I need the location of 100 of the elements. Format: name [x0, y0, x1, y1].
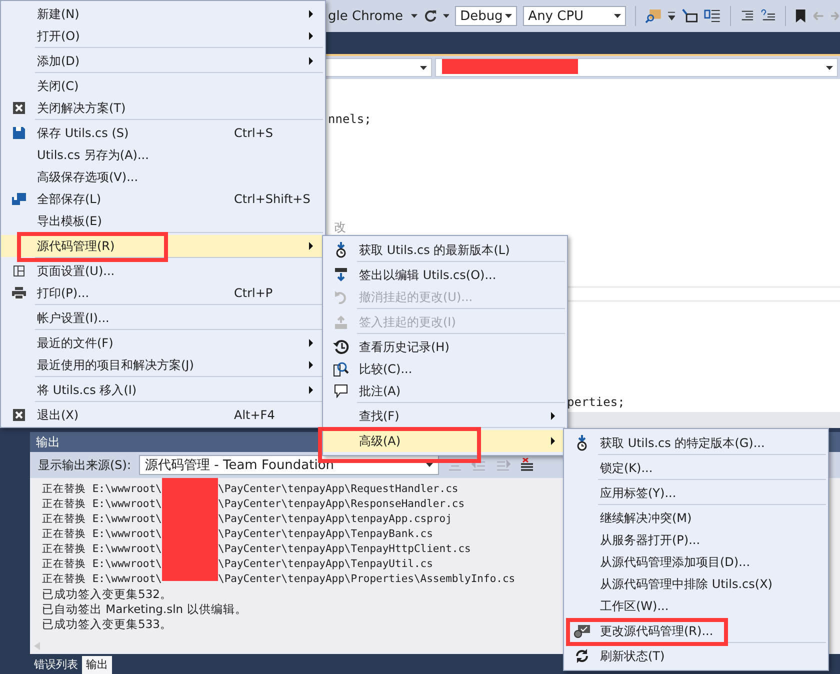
output-text: 正在替换 E:\wwwroot\	[42, 482, 163, 497]
history-icon	[333, 339, 349, 355]
menu-item[interactable]: 签出以编辑 Utils.cs(O)...	[323, 264, 567, 286]
caret-icon	[505, 14, 512, 18]
output-text: \PayCenter\tenpayApp\TenpayBank.cs	[218, 527, 433, 542]
bookmark-icon[interactable]	[794, 8, 806, 24]
menu-item[interactable]: 全部保存(L) Ctrl+Shift+S	[1, 188, 325, 210]
startup-target[interactable]: gle Chrome	[328, 8, 403, 24]
menu-item[interactable]: 导出模板(E)	[1, 210, 325, 232]
menu-item[interactable]: 将 Utils.cs 移入(I)	[1, 379, 325, 401]
menu-item[interactable]: 继续解决冲突(M)	[564, 507, 828, 529]
menu-item[interactable]: 应用标签(Y)...	[564, 482, 828, 504]
submenu-arrow-icon	[309, 10, 313, 18]
menu-item[interactable]: 高级保存选项(V)...	[1, 166, 325, 188]
caret-icon	[826, 66, 833, 70]
clock-download-icon	[576, 435, 588, 451]
output-text: \PayCenter\tenpayApp\Properties\AssemblyInfo.cs	[218, 572, 516, 587]
menu-item[interactable]: 源代码管理(R)	[1, 235, 325, 257]
menu-item[interactable]: 获取 Utils.cs 的最新版本(L)	[323, 239, 567, 261]
panel-tab[interactable]: 错误列表	[30, 656, 82, 674]
code-line: perties;	[567, 394, 626, 410]
menu-item[interactable]: 刷新状态(T)	[564, 645, 828, 667]
submenu-arrow-icon	[309, 361, 313, 369]
printer-icon	[12, 287, 26, 299]
menu-item[interactable]: 从源代码管理中排除 Utils.cs(X)	[564, 573, 828, 595]
download-icon	[335, 268, 347, 282]
close-icon	[13, 409, 25, 421]
caret-icon	[426, 463, 434, 467]
output-text: 正在替换 E:\wwwroot\	[42, 557, 163, 572]
code-line: 改	[334, 219, 347, 235]
caret-icon[interactable]	[411, 14, 418, 18]
page-layout-icon	[13, 265, 25, 277]
menu-item[interactable]: 添加(D)	[1, 50, 325, 72]
submenu-arrow-icon	[309, 32, 313, 40]
menu-item[interactable]: 更改源代码管理(R)...	[564, 620, 828, 642]
menu-item[interactable]: 打印(P)... Ctrl+P	[1, 282, 325, 304]
clock-download-icon	[335, 242, 347, 258]
output-source-dropdown[interactable]: 源代码管理 - Team Foundation	[139, 455, 440, 475]
menu-item[interactable]: 关闭(C)	[1, 75, 325, 97]
output-text: 正在替换 E:\wwwroot\	[42, 497, 163, 512]
menu-item[interactable]: 最近使用的项目和解决方案(J)	[1, 354, 325, 376]
submenu-arrow-icon	[309, 386, 313, 394]
caret-icon	[614, 14, 622, 18]
output-text: \PayCenter\tenpayApp\TenpayUtil.cs	[218, 557, 433, 572]
help-list-icon[interactable]	[760, 9, 776, 23]
floppy-disks-icon	[12, 193, 26, 205]
source-label: 显示输出来源(S):	[38, 456, 132, 474]
speech-bubble-icon	[334, 384, 348, 398]
menu-item[interactable]: 最近的文件(F)	[1, 332, 325, 354]
menu-item[interactable]: 保存 Utils.cs (S) Ctrl+S	[1, 122, 325, 144]
output-text: \PayCenter\tenpayApp\ResponseHandler.cs	[218, 497, 465, 512]
submenu-arrow-icon	[551, 412, 555, 420]
menu-item[interactable]: 从服务器打开(P)...	[564, 529, 828, 551]
menu-item[interactable]: 锁定(K)...	[564, 457, 828, 479]
submenu-arrow-icon	[309, 242, 313, 250]
undo-icon	[335, 290, 347, 304]
output-text: 已成功签入变更集532。	[42, 587, 172, 602]
output-text: 已自动签出 Marketing.sln 以供编辑。	[42, 602, 247, 617]
submenu-arrow-icon	[309, 339, 313, 347]
gear-check-icon	[573, 624, 591, 638]
refresh-icon	[575, 649, 589, 663]
menu-item[interactable]: 关闭解决方案(T)	[1, 97, 325, 119]
align-icon[interactable]	[740, 9, 755, 23]
menu-item[interactable]: 帐户设置(I)...	[1, 307, 325, 329]
output-text: \PayCenter\tenpayApp\RequestHandler.cs	[218, 482, 458, 497]
menu-item[interactable]: 新建(N)	[1, 3, 325, 25]
refresh-icon[interactable]	[424, 9, 437, 23]
clear-all-icon[interactable]	[519, 458, 536, 472]
menu-item[interactable]: Utils.cs 另存为(A)...	[1, 144, 325, 166]
output-text: 正在替换 E:\wwwroot\	[42, 527, 163, 542]
output-text: 正在替换 E:\wwwroot\	[42, 542, 163, 557]
caret-icon[interactable]	[442, 14, 450, 18]
menu-item[interactable]: 批注(A)	[323, 380, 567, 402]
submenu-arrow-icon	[551, 437, 555, 445]
upload-icon	[335, 315, 347, 329]
caret-icon	[420, 66, 427, 70]
output-text: \PayCenter\tenpayApp\tenpayApp.csproj	[218, 512, 452, 527]
menu-item[interactable]: 工作区(W)...	[564, 595, 828, 617]
menu-item[interactable]: 打开(O)	[1, 25, 325, 47]
menu-item[interactable]: 页面设置(U)...	[1, 260, 325, 282]
panel-tab[interactable]: 输出	[82, 656, 112, 674]
menu-item[interactable]: 查找(F)	[323, 405, 567, 427]
close-icon	[13, 102, 25, 114]
output-text: 正在替换 E:\wwwroot\	[42, 512, 163, 527]
platform-dropdown[interactable]: Any CPU	[523, 6, 626, 26]
output-text: 已成功签入变更集533。	[42, 617, 172, 632]
find-folder-icon[interactable]	[645, 7, 662, 25]
indent-icon[interactable]	[681, 8, 698, 24]
menu-item[interactable]: 退出(X) Alt+F4	[1, 404, 325, 426]
magnifier-document-icon	[333, 361, 349, 377]
output-text: \PayCenter\tenpayApp\TenpayHttpClient.cs	[218, 542, 471, 557]
configuration-dropdown[interactable]: Debug	[455, 6, 518, 26]
menu-item[interactable]: 获取 Utils.cs 的特定版本(G)...	[564, 432, 828, 454]
menu-item[interactable]: 比较(C)...	[323, 358, 567, 380]
list-icon[interactable]	[704, 8, 721, 24]
caret-icon[interactable]	[668, 11, 676, 21]
menu-item[interactable]: 查看历史记录(H)	[323, 336, 567, 358]
submenu-arrow-icon	[309, 57, 313, 65]
code-line: nnels;	[328, 111, 372, 127]
menu-item[interactable]: 从源代码管理添加项目(D)...	[564, 551, 828, 573]
